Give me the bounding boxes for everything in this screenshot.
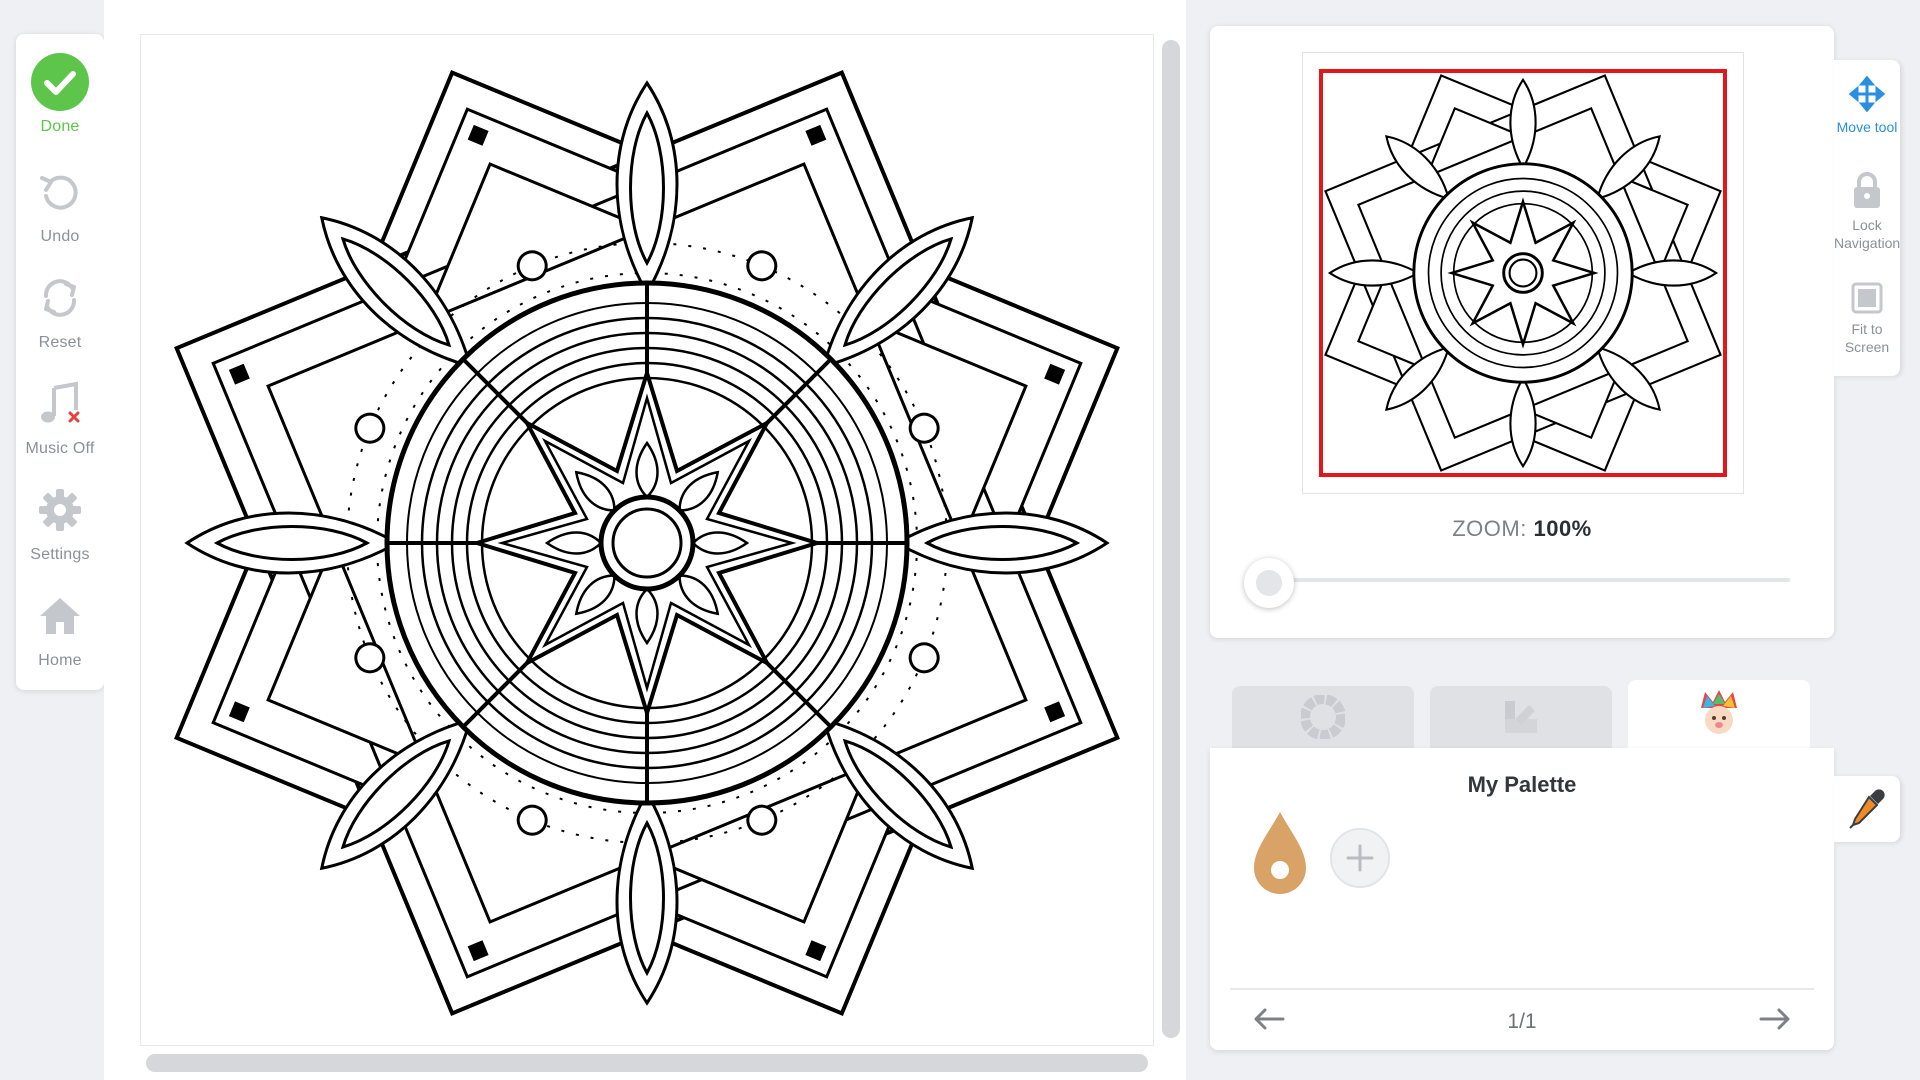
- zoom-slider-track[interactable]: [1270, 578, 1790, 582]
- gear-icon: [30, 480, 90, 540]
- palette-divider: [1230, 988, 1814, 990]
- vertical-scrollbar[interactable]: [1162, 40, 1180, 1038]
- lock-navigation-label: Lock Navigation: [1834, 217, 1901, 251]
- move-tool-button[interactable]: Move tool: [1834, 76, 1900, 136]
- lock-icon: [1854, 172, 1880, 208]
- reset-icon: [30, 268, 90, 328]
- viewport-indicator[interactable]: [1319, 69, 1727, 477]
- undo-button[interactable]: Undo: [16, 162, 104, 262]
- zoom-value: 100%: [1533, 516, 1592, 541]
- undo-icon: [30, 162, 90, 222]
- coloring-canvas[interactable]: [140, 34, 1154, 1046]
- fit-screen-icon: [1851, 282, 1883, 314]
- fit-to-screen-label: Fit to Screen: [1844, 321, 1890, 355]
- mandala-artwork[interactable]: [141, 35, 1153, 1045]
- home-label: Home: [38, 652, 82, 669]
- navigator-panel: ZOOM: 100%: [1210, 26, 1834, 638]
- eyedropper-button[interactable]: [1834, 776, 1900, 842]
- done-button[interactable]: Done: [16, 52, 104, 152]
- fit-to-screen-button[interactable]: Fit to Screen: [1834, 282, 1900, 356]
- settings-button[interactable]: Settings: [16, 480, 104, 580]
- color-wheel-icon: [1301, 695, 1345, 739]
- next-page-button[interactable]: [1750, 998, 1800, 1040]
- gradient-swatch-icon: [1505, 701, 1537, 733]
- zoom-slider-handle[interactable]: [1244, 558, 1294, 608]
- checkmark-icon: [30, 52, 90, 112]
- artwork-thumbnail[interactable]: [1302, 52, 1744, 494]
- tab-my-palette[interactable]: [1628, 680, 1810, 748]
- eyedropper-icon: [1849, 789, 1885, 829]
- horizontal-scrollbar[interactable]: [146, 1054, 1148, 1072]
- tab-color-wheel[interactable]: [1232, 686, 1414, 748]
- home-icon: [30, 586, 90, 646]
- done-label: Done: [40, 118, 80, 135]
- reset-label: Reset: [38, 334, 82, 351]
- palette-panel: My Palette 1/1: [1210, 748, 1834, 1050]
- tab-gradients[interactable]: [1430, 686, 1612, 748]
- zoom-prefix: ZOOM:: [1452, 516, 1527, 541]
- music-toggle-button[interactable]: Music Off: [16, 374, 104, 474]
- music-off-icon: [30, 374, 90, 434]
- navigation-tools: Move tool Lock Navigation Fit to Screen: [1834, 60, 1900, 376]
- color-drop-icon: [1254, 812, 1306, 894]
- page-indicator: 1/1: [1507, 1010, 1537, 1033]
- music-label: Music Off: [25, 440, 95, 457]
- home-button[interactable]: Home: [16, 586, 104, 686]
- palette-title: My Palette: [1467, 772, 1577, 797]
- undo-label: Undo: [40, 228, 80, 245]
- canvas-panel: [104, 0, 1186, 1080]
- palette-avatar-icon: [1701, 690, 1737, 734]
- arrow-right-icon: [1759, 1008, 1790, 1030]
- lock-navigation-button[interactable]: Lock Navigation: [1834, 170, 1900, 252]
- color-swatch[interactable]: [1248, 808, 1312, 898]
- settings-label: Settings: [30, 546, 90, 563]
- move-arrows-icon: [1849, 76, 1885, 112]
- reset-button[interactable]: Reset: [16, 268, 104, 368]
- add-color-button[interactable]: [1330, 828, 1390, 888]
- plus-icon: [1346, 844, 1374, 872]
- zoom-label: ZOOM: 100%: [1210, 516, 1834, 542]
- left-toolbar: Done Undo Reset Music Off Settings Home: [16, 34, 104, 690]
- move-tool-label: Move tool: [1836, 119, 1898, 135]
